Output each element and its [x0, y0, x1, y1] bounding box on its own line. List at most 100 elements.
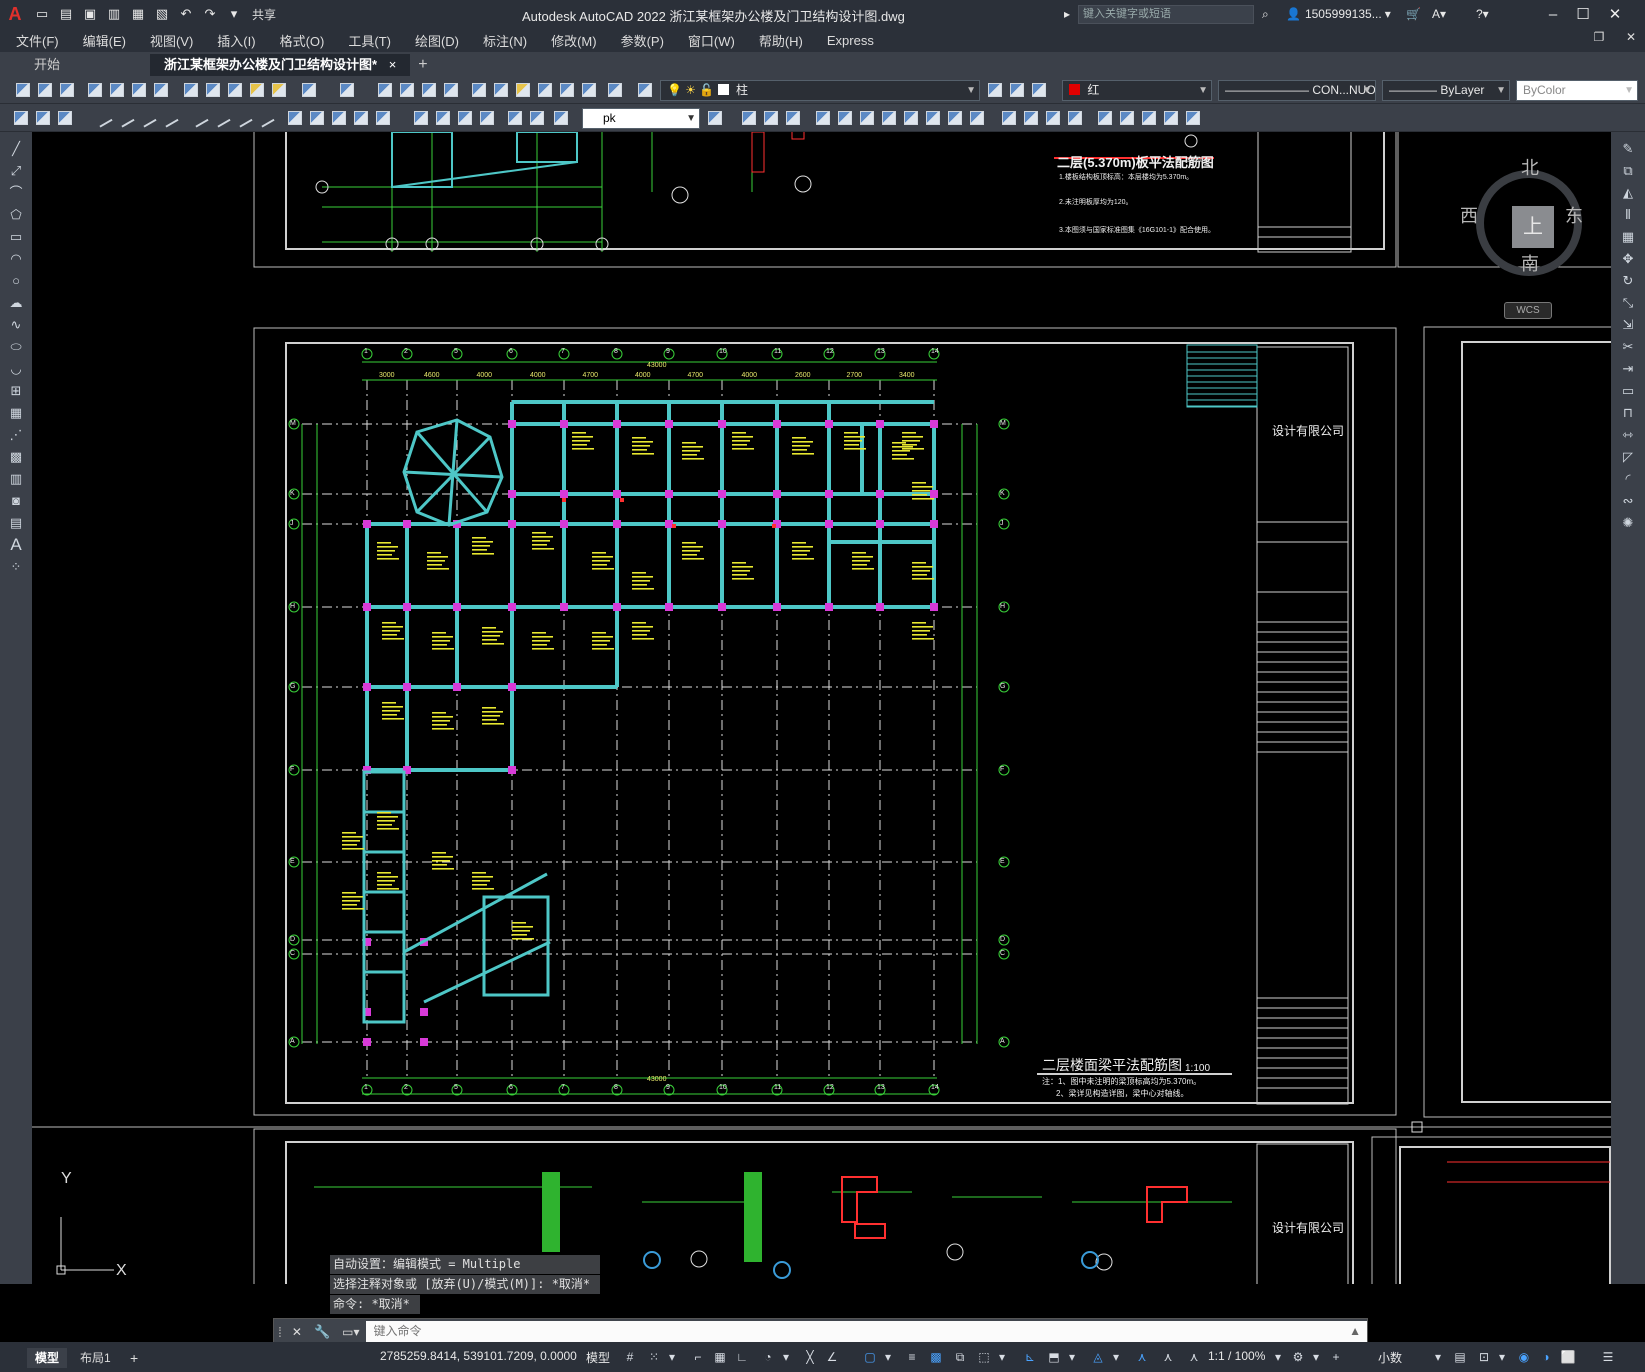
- menu-parametric[interactable]: 参数(P): [609, 31, 676, 50]
- rectangle-icon[interactable]: ▭: [7, 228, 25, 246]
- isometric-icon[interactable]: ╳: [802, 1349, 818, 1365]
- tolerance-icon[interactable]: [412, 109, 430, 127]
- customize-icon[interactable]: 🔧: [308, 1324, 336, 1340]
- loft-icon[interactable]: [880, 109, 898, 127]
- continue-dim-icon[interactable]: [330, 109, 348, 127]
- break-icon[interactable]: ⊓: [1619, 404, 1637, 422]
- minimize-button[interactable]: –: [1538, 2, 1568, 26]
- layer-walk-icon[interactable]: [56, 109, 74, 127]
- stretch-icon[interactable]: ⇲: [1619, 316, 1637, 334]
- print-preview-icon[interactable]: [108, 81, 126, 99]
- viewcube-east[interactable]: 东: [1565, 202, 1583, 228]
- viewcube-top-face[interactable]: 上: [1512, 206, 1554, 248]
- offset-icon[interactable]: ⫴: [1619, 206, 1637, 224]
- layer-dropdown[interactable]: 💡 ☀ 🔓 柱 ▼: [660, 80, 980, 101]
- copy-icon[interactable]: [204, 81, 222, 99]
- chevron-down-icon[interactable]: ▾: [1064, 1349, 1080, 1365]
- menu-file[interactable]: 文件(F): [0, 31, 71, 50]
- viewcube-south[interactable]: 南: [1521, 250, 1539, 276]
- quick-dim-icon[interactable]: [286, 109, 304, 127]
- revolve-icon[interactable]: [836, 109, 854, 127]
- sheet-set-icon[interactable]: [536, 81, 554, 99]
- grip-handle-icon[interactable]: ⁞: [274, 1324, 286, 1340]
- circle-icon[interactable]: ○: [7, 272, 25, 290]
- cylinder-icon[interactable]: [784, 109, 802, 127]
- box-icon[interactable]: [740, 109, 758, 127]
- print-icon[interactable]: [86, 81, 104, 99]
- chevron-down-icon[interactable]: ▾: [1270, 1349, 1286, 1365]
- chevron-down-icon[interactable]: ▾: [1108, 1349, 1124, 1365]
- sphere-icon[interactable]: [762, 109, 780, 127]
- graphics-performance-icon[interactable]: ◑: [1538, 1349, 1554, 1365]
- plotstyle-dropdown[interactable]: ByColor ▼: [1516, 80, 1638, 101]
- arc-length-dim-icon[interactable]: [137, 108, 157, 128]
- presspull-icon[interactable]: [902, 109, 920, 127]
- close-button[interactable]: ✕: [1600, 2, 1630, 26]
- menu-tools[interactable]: 工具(T): [336, 31, 403, 50]
- break-at-point-icon[interactable]: ▭: [1619, 382, 1637, 400]
- units-dropdown[interactable]: 小数: [1378, 1349, 1402, 1366]
- explode-icon[interactable]: ✺: [1619, 514, 1637, 532]
- block-editor-icon[interactable]: [270, 81, 288, 99]
- plot-preview-icon[interactable]: ▦: [128, 4, 148, 24]
- menu-draw[interactable]: 绘图(D): [403, 31, 471, 50]
- fillet-icon[interactable]: ◜: [1619, 470, 1637, 488]
- search-expand-icon[interactable]: ▸: [1064, 4, 1070, 24]
- lineweight-dropdown[interactable]: ———— ByLayer ▼: [1382, 80, 1510, 101]
- extrude-icon[interactable]: [814, 109, 832, 127]
- dynamic-input-icon[interactable]: ▦: [712, 1349, 728, 1365]
- menu-dimension[interactable]: 标注(N): [471, 31, 539, 50]
- add-layout-button[interactable]: +: [122, 1348, 146, 1368]
- menu-view[interactable]: 视图(V): [138, 31, 205, 50]
- new-tab-button[interactable]: +: [410, 54, 435, 76]
- interfere-icon[interactable]: [1066, 109, 1084, 127]
- table-icon[interactable]: ▤: [7, 514, 25, 532]
- clean-screen-icon[interactable]: ⬜: [1560, 1349, 1576, 1365]
- 3d-object-snap-icon[interactable]: ⬚: [976, 1349, 992, 1365]
- model-space-toggle[interactable]: 模型: [586, 1349, 610, 1366]
- thicken-icon[interactable]: [1044, 109, 1062, 127]
- dimstyle-dropdown[interactable]: pk ▼: [582, 108, 700, 129]
- blend-curves-icon[interactable]: ∾: [1619, 492, 1637, 510]
- gradient-icon[interactable]: ▥: [7, 470, 25, 488]
- snap-icon[interactable]: ⁙: [646, 1349, 662, 1365]
- viewcube-north[interactable]: 北: [1521, 154, 1539, 180]
- center-mark-icon[interactable]: [434, 109, 452, 127]
- add-selected-icon[interactable]: ⁘: [7, 558, 25, 576]
- cart-icon[interactable]: 🛒: [1406, 4, 1421, 24]
- command-dropdown-icon[interactable]: ▲: [1343, 1321, 1367, 1342]
- dim-space-icon[interactable]: [352, 109, 370, 127]
- customization-menu-icon[interactable]: ☰: [1600, 1349, 1616, 1365]
- tab-drawing[interactable]: 浙江某框架办公楼及门卫结构设计图* ×: [150, 54, 411, 76]
- tab-model[interactable]: 模型: [27, 1348, 68, 1368]
- arc-icon[interactable]: ◠: [7, 250, 25, 268]
- intersect-icon[interactable]: [968, 109, 986, 127]
- layer-properties-icon[interactable]: [636, 81, 654, 99]
- coordinate-readout[interactable]: 2785259.8414, 539101.7209, 0.0000: [380, 1349, 577, 1363]
- jogged-dim-icon[interactable]: [211, 108, 231, 128]
- object-snap-tracking-icon[interactable]: ∠: [824, 1349, 840, 1365]
- gizmo-icon[interactable]: ◬: [1090, 1349, 1106, 1365]
- lock-ui-icon[interactable]: ⊡: [1476, 1349, 1492, 1365]
- zoom-window-icon[interactable]: [420, 81, 438, 99]
- slice-icon[interactable]: [1022, 109, 1040, 127]
- chevron-down-icon[interactable]: ▾: [1494, 1349, 1510, 1365]
- diameter-dim-icon[interactable]: [233, 108, 253, 128]
- save-file-icon[interactable]: [58, 81, 76, 99]
- lineweight-icon[interactable]: ≡: [904, 1349, 920, 1365]
- save-icon[interactable]: ▣: [80, 4, 100, 24]
- open-file-icon[interactable]: [36, 81, 54, 99]
- object-snap-icon[interactable]: ▢: [862, 1349, 878, 1365]
- erase-icon[interactable]: ✎: [1619, 140, 1637, 158]
- ellipse-icon[interactable]: ⬭: [7, 338, 25, 356]
- autodesk-app-icon[interactable]: A▾: [1432, 4, 1446, 24]
- markup-icon[interactable]: [558, 81, 576, 99]
- zoom-realtime-icon[interactable]: [398, 81, 416, 99]
- 3d-move-icon[interactable]: [1096, 109, 1114, 127]
- chevron-down-icon[interactable]: ▾: [664, 1349, 680, 1365]
- baseline-dim-icon[interactable]: [308, 109, 326, 127]
- jogged-linear-icon[interactable]: [478, 109, 496, 127]
- viewcube-west[interactable]: 西: [1460, 202, 1478, 228]
- help-tool-icon[interactable]: [606, 81, 624, 99]
- shell-icon[interactable]: [1000, 109, 1018, 127]
